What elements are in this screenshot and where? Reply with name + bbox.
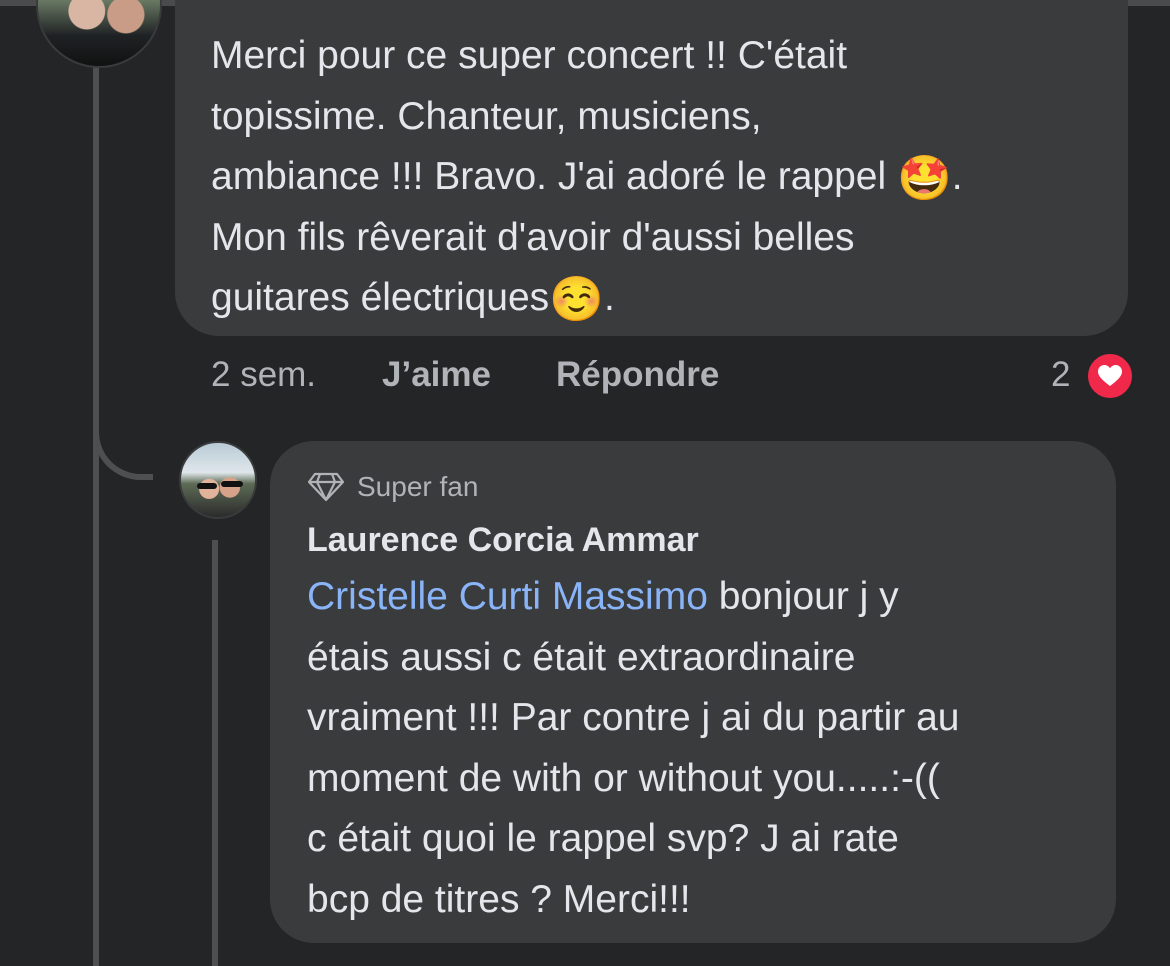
mention-link[interactable]: Cristelle Curti Massimo	[307, 575, 708, 618]
comment-line: ambiance !!! Bravo. J'ai adoré le rappel	[211, 155, 897, 198]
super-fan-badge: Super fan	[307, 469, 1116, 505]
reply-line: bonjour j y	[707, 575, 899, 618]
reply-line: moment de with or without you.....:-((	[307, 756, 940, 800]
reply-line: vraiment !!! Par contre j ai du partir a…	[307, 696, 960, 739]
reaction-count[interactable]: 2	[1051, 350, 1070, 400]
like-button[interactable]: J’aime	[382, 350, 491, 400]
smiling-emoji: ☺️	[549, 275, 604, 324]
reply-comment-text: Cristelle Curti Massimo bonjour j y étai…	[307, 567, 1116, 930]
reply-author-avatar[interactable]	[179, 441, 257, 519]
reply-line: bcp de titres ? Merci!!!	[307, 877, 691, 921]
badge-label: Super fan	[357, 471, 479, 502]
heart-icon[interactable]	[1085, 351, 1135, 401]
star-struck-emoji: 🤩	[897, 154, 952, 203]
comment-actions: 2 sem. J’aime Répondre 2	[211, 350, 1141, 401]
thread-connector	[93, 400, 153, 480]
comment-timestamp[interactable]: 2 sem.	[211, 350, 316, 400]
comment-line: Mon fils rêverait d'avoir d'aussi belles	[211, 215, 855, 259]
comment-line: guitares électriques	[211, 276, 550, 319]
reply-line: c était quoi le rappel svp? J ai rate	[307, 817, 899, 860]
comment-line: topissime. Chanteur, musiciens,	[211, 94, 762, 138]
reply-author-name[interactable]: Laurence Corcia Ammar	[307, 517, 1116, 563]
commenter-avatar[interactable]	[36, 0, 162, 68]
thread-line	[93, 62, 99, 966]
comment-punctuation: .	[603, 276, 615, 319]
parent-comment-bubble: Merci pour ce super concert !! C'était t…	[175, 0, 1128, 336]
comment-punctuation: .	[951, 155, 963, 198]
reply-line: étais aussi c était extraordinaire	[307, 635, 856, 679]
parent-comment-text: Merci pour ce super concert !! C'était t…	[211, 26, 1128, 329]
reply-comment-bubble: Super fan Laurence Corcia Ammar Cristell…	[270, 441, 1116, 943]
diamond-icon	[307, 472, 345, 502]
comment-line: Merci pour ce super concert !! C'était	[211, 34, 848, 77]
reply-thread-line	[212, 540, 218, 966]
reply-button[interactable]: Répondre	[556, 350, 719, 400]
